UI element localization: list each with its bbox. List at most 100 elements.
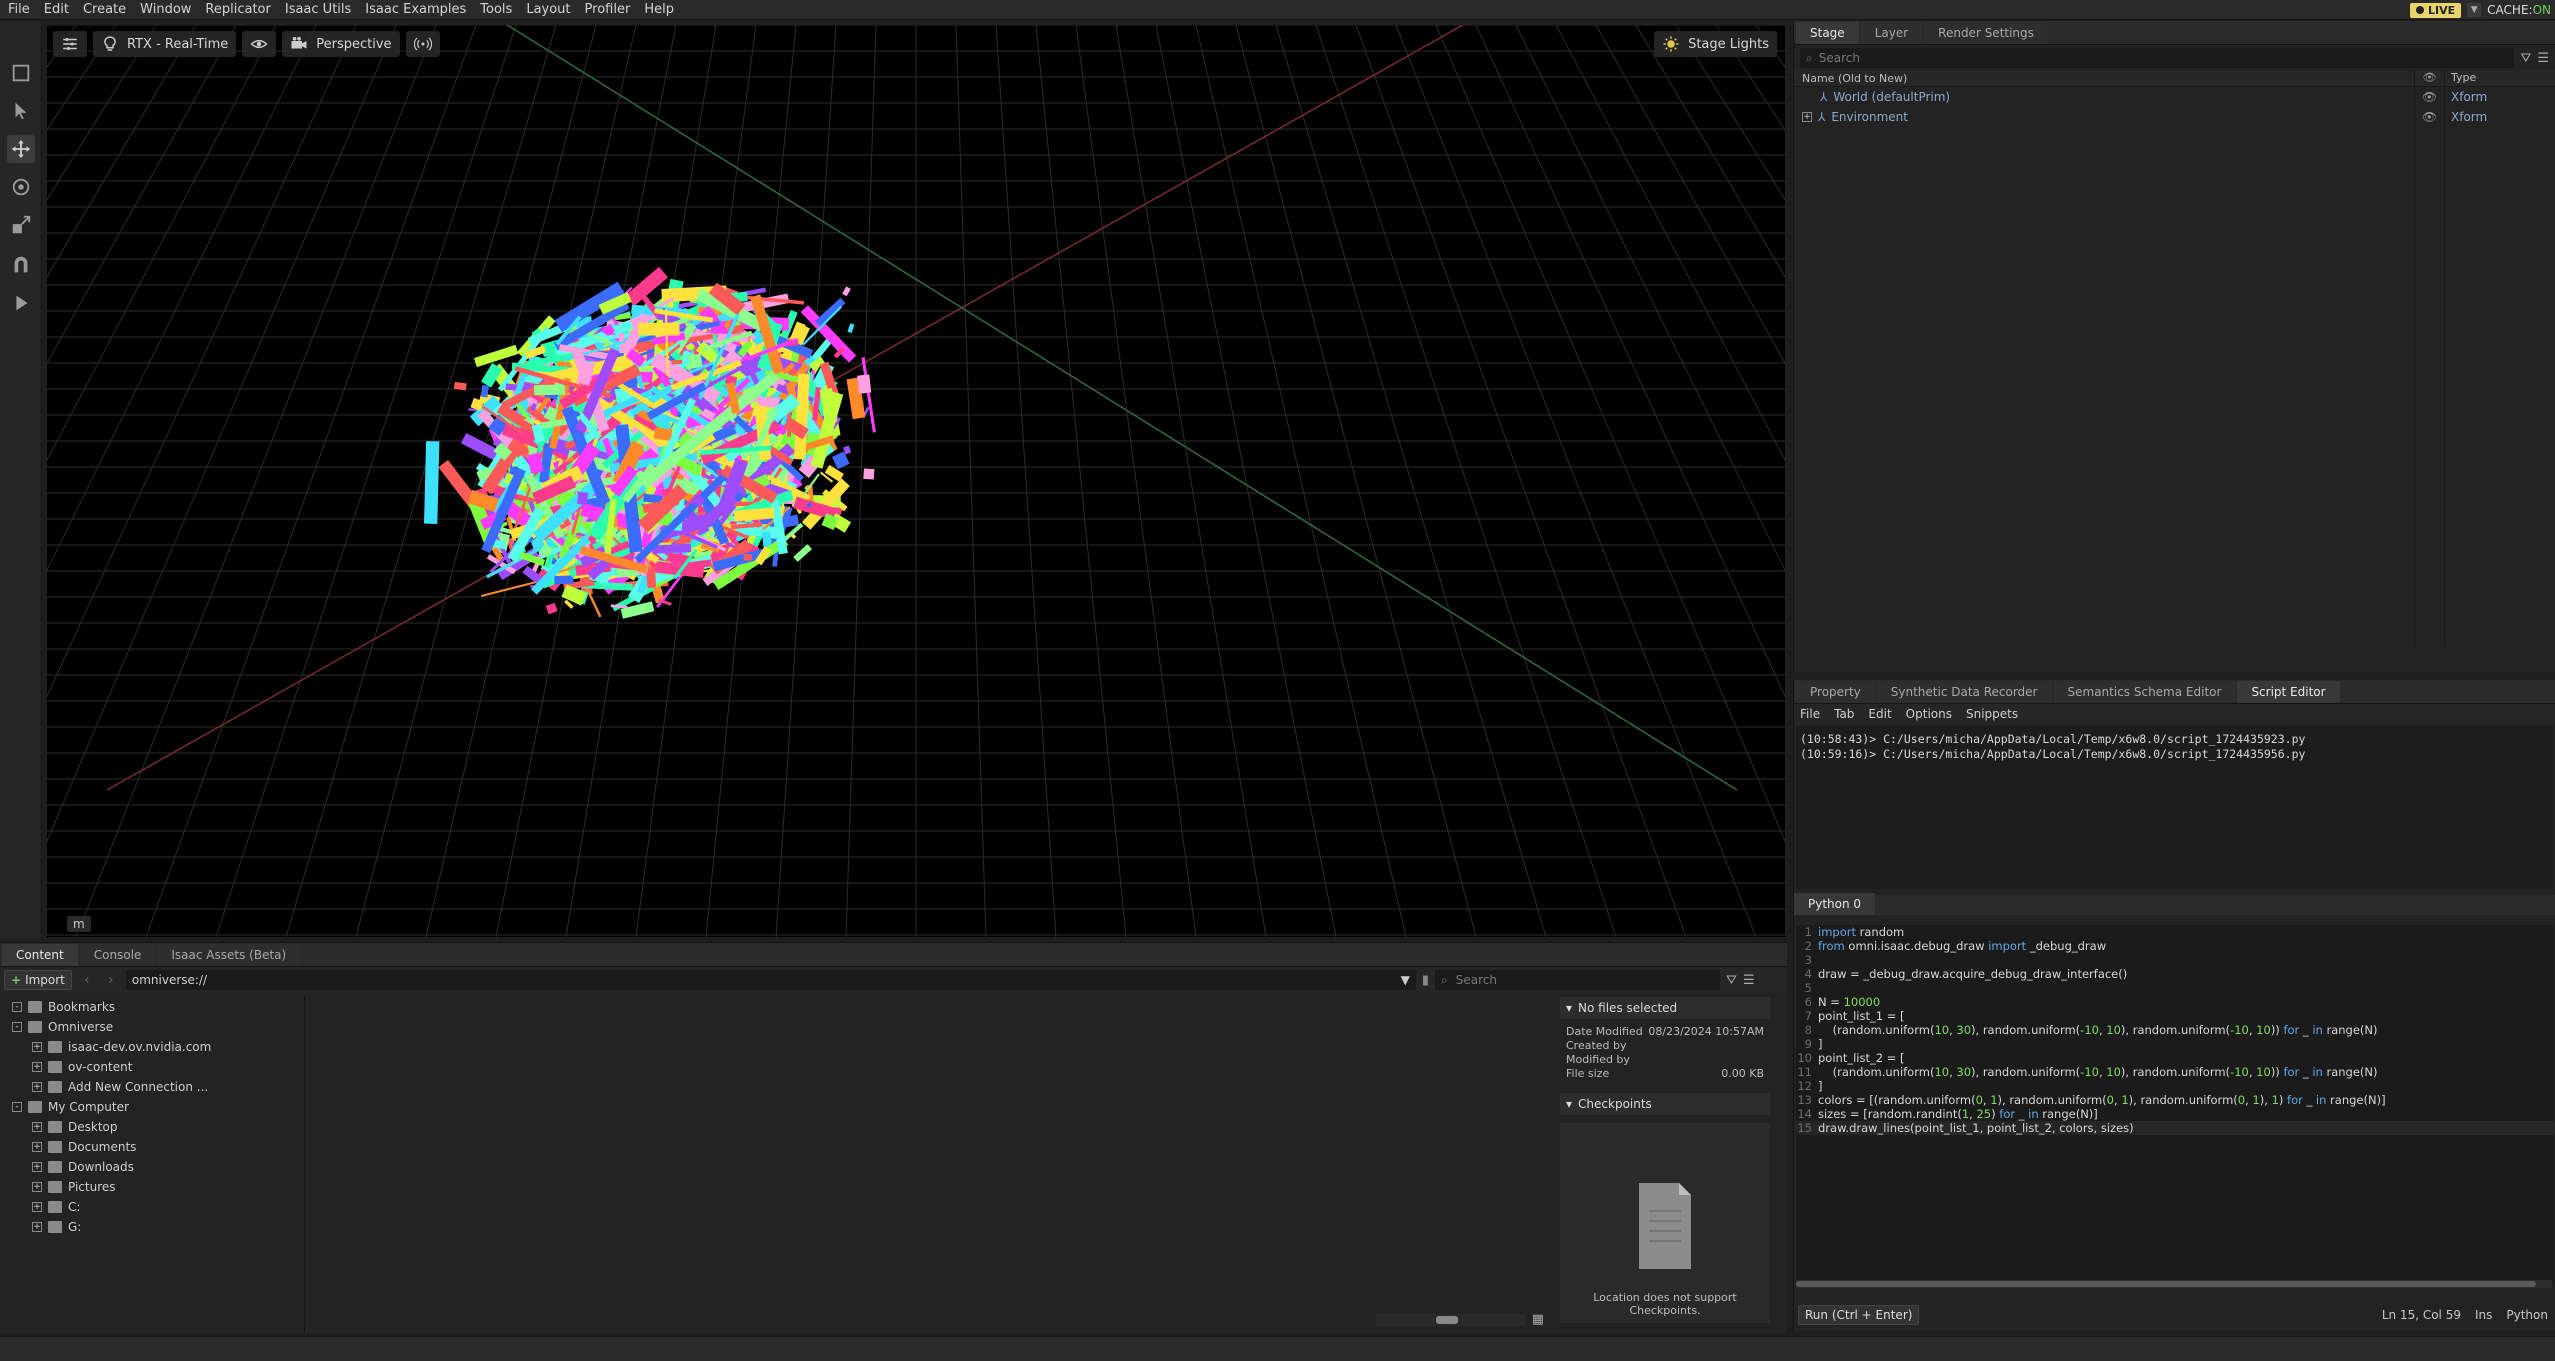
- viewport-settings-button[interactable]: [53, 31, 87, 57]
- tree-item[interactable]: - Bookmarks: [0, 997, 304, 1017]
- move-tool-icon[interactable]: [7, 135, 35, 163]
- filter-icon[interactable]: ⛛: [1726, 973, 1737, 988]
- tree-item[interactable]: + Pictures: [0, 1177, 304, 1197]
- camera-button[interactable]: Perspective: [282, 31, 400, 57]
- tab-console[interactable]: Console: [79, 944, 156, 966]
- debug-line-segment: [545, 602, 558, 615]
- thumbnail-size-slider[interactable]: [1375, 1313, 1526, 1326]
- col-name-header[interactable]: Name (Old to New): [1794, 71, 2414, 86]
- script-menu-options[interactable]: Options: [1906, 707, 1952, 721]
- debug-line-segment: [819, 388, 838, 424]
- details-header[interactable]: ▾ No files selected: [1560, 997, 1770, 1019]
- expand-icon[interactable]: +: [32, 1222, 42, 1232]
- code-line: 11 (random.uniform(10, 30), random.unifo…: [1796, 1065, 2554, 1079]
- menu-profiler[interactable]: Profiler: [577, 0, 637, 20]
- tree-item[interactable]: + Add New Connection ...: [0, 1077, 304, 1097]
- debug-line-segment: [534, 384, 565, 396]
- renderer-button[interactable]: RTX - Real-Time: [93, 31, 237, 57]
- tree-item[interactable]: + Desktop: [0, 1117, 304, 1137]
- path-dropdown-icon[interactable]: ▼: [1401, 973, 1410, 987]
- collapse-icon[interactable]: -: [12, 1102, 22, 1112]
- collapse-icon[interactable]: -: [12, 1022, 22, 1032]
- scale-tool-icon[interactable]: [7, 211, 35, 239]
- import-button[interactable]: + Import: [4, 970, 72, 990]
- menu-create[interactable]: Create: [75, 0, 132, 20]
- tab-semantics-schema-editor[interactable]: Semantics Schema Editor: [2053, 681, 2236, 703]
- live-dropdown-chevron-icon[interactable]: ▼: [2467, 3, 2482, 17]
- select-mode-icon[interactable]: [7, 59, 35, 87]
- menu-edit[interactable]: Edit: [36, 0, 75, 20]
- expand-icon[interactable]: +: [32, 1042, 42, 1052]
- filter-icon[interactable]: ⛛: [2520, 51, 2531, 66]
- camera-label: Perspective: [316, 36, 392, 52]
- tree-item[interactable]: + Documents: [0, 1137, 304, 1157]
- play-icon[interactable]: [7, 289, 35, 317]
- tree-item[interactable]: + isaac-dev.ov.nvidia.com: [0, 1037, 304, 1057]
- options-menu-icon[interactable]: ☰: [1743, 973, 1755, 988]
- snap-magnet-icon[interactable]: [7, 251, 35, 279]
- expand-icon[interactable]: +: [32, 1062, 42, 1072]
- live-button[interactable]: LIVE: [2410, 2, 2462, 18]
- tree-item[interactable]: + G:: [0, 1217, 304, 1237]
- tab-script-editor[interactable]: Script Editor: [2237, 681, 2340, 703]
- menu-window[interactable]: Window: [132, 0, 197, 20]
- tab-synthetic-data-recorder[interactable]: Synthetic Data Recorder: [1876, 681, 2052, 703]
- col-type-header[interactable]: Type: [2444, 71, 2555, 86]
- collapse-icon[interactable]: -: [12, 1002, 22, 1012]
- expand-icon[interactable]: +: [32, 1082, 42, 1092]
- line-number: 6: [1804, 995, 1812, 1009]
- tab-isaac-assets[interactable]: Isaac Assets (Beta): [157, 944, 301, 966]
- script-menu-file[interactable]: File: [1800, 707, 1820, 721]
- stage-row[interactable]: ⅄ World (defaultPrim) 👁 Xform: [1794, 87, 2555, 107]
- code-horizontal-scrollbar[interactable]: [1796, 1280, 2552, 1288]
- stage-row[interactable]: + ⅄ Environment 👁 Xform: [1794, 107, 2555, 127]
- back-arrow-icon[interactable]: ‹: [78, 973, 96, 988]
- stage-lights-button[interactable]: Stage Lights: [1654, 31, 1777, 57]
- tab-render-settings[interactable]: Render Settings: [1924, 22, 2048, 44]
- viewport[interactable]: RTX - Real-Time Perspective Stage Lights…: [47, 25, 1785, 937]
- visibility-eye-icon[interactable]: 👁: [2414, 90, 2444, 104]
- stage-search-input[interactable]: ⌕ Search: [1800, 48, 2515, 68]
- rotate-tool-icon[interactable]: [7, 173, 35, 201]
- expand-icon[interactable]: +: [32, 1142, 42, 1152]
- expand-icon[interactable]: +: [32, 1202, 42, 1212]
- options-menu-icon[interactable]: ☰: [2537, 51, 2549, 66]
- tree-item[interactable]: - My Computer: [0, 1097, 304, 1117]
- run-button[interactable]: Run (Ctrl + Enter): [1798, 1305, 1920, 1325]
- menu-tools[interactable]: Tools: [472, 0, 518, 20]
- bookmark-icon[interactable]: ▮: [1422, 973, 1429, 988]
- visibility-eye-icon[interactable]: 👁: [2414, 110, 2444, 124]
- select-pointer-icon[interactable]: [7, 97, 35, 125]
- script-menu-snippets[interactable]: Snippets: [1966, 707, 2018, 721]
- tab-content[interactable]: Content: [2, 944, 78, 966]
- expand-icon[interactable]: +: [32, 1162, 42, 1172]
- script-menu-edit[interactable]: Edit: [1868, 707, 1891, 721]
- tab-stage[interactable]: Stage: [1796, 22, 1859, 44]
- forward-arrow-icon[interactable]: ›: [102, 973, 120, 988]
- checkpoints-header[interactable]: ▾ Checkpoints: [1560, 1093, 1770, 1115]
- tree-item[interactable]: - Omniverse: [0, 1017, 304, 1037]
- menu-isaac-examples[interactable]: Isaac Examples: [357, 0, 472, 20]
- path-input[interactable]: omniverse:// ▼: [125, 970, 1416, 990]
- file-grid[interactable]: ▦: [306, 997, 1558, 1333]
- tree-item[interactable]: + Downloads: [0, 1157, 304, 1177]
- menu-replicator[interactable]: Replicator: [197, 0, 276, 20]
- tab-python-0[interactable]: Python 0: [1794, 893, 1876, 915]
- grid-view-icon[interactable]: ▦: [1532, 1312, 1544, 1327]
- audio-button[interactable]: [405, 31, 440, 57]
- expand-icon[interactable]: +: [32, 1182, 42, 1192]
- expand-icon[interactable]: +: [1802, 112, 1812, 122]
- menu-file[interactable]: File: [0, 0, 36, 20]
- menu-layout[interactable]: Layout: [518, 0, 576, 20]
- tab-layer[interactable]: Layer: [1860, 22, 1923, 44]
- tree-item[interactable]: + ov-content: [0, 1057, 304, 1077]
- menu-isaac-utils[interactable]: Isaac Utils: [277, 0, 357, 20]
- code-editor[interactable]: 1 import random 2 from omni.isaac.debug_dra…: [1796, 925, 2554, 1285]
- menu-help[interactable]: Help: [636, 0, 680, 20]
- tab-property[interactable]: Property: [1796, 681, 1875, 703]
- visibility-button[interactable]: [242, 31, 277, 57]
- script-menu-tab[interactable]: Tab: [1834, 707, 1854, 721]
- expand-icon[interactable]: +: [32, 1122, 42, 1132]
- tree-item[interactable]: + C:: [0, 1197, 304, 1217]
- content-search-input[interactable]: ⌕ Search: [1435, 970, 1721, 990]
